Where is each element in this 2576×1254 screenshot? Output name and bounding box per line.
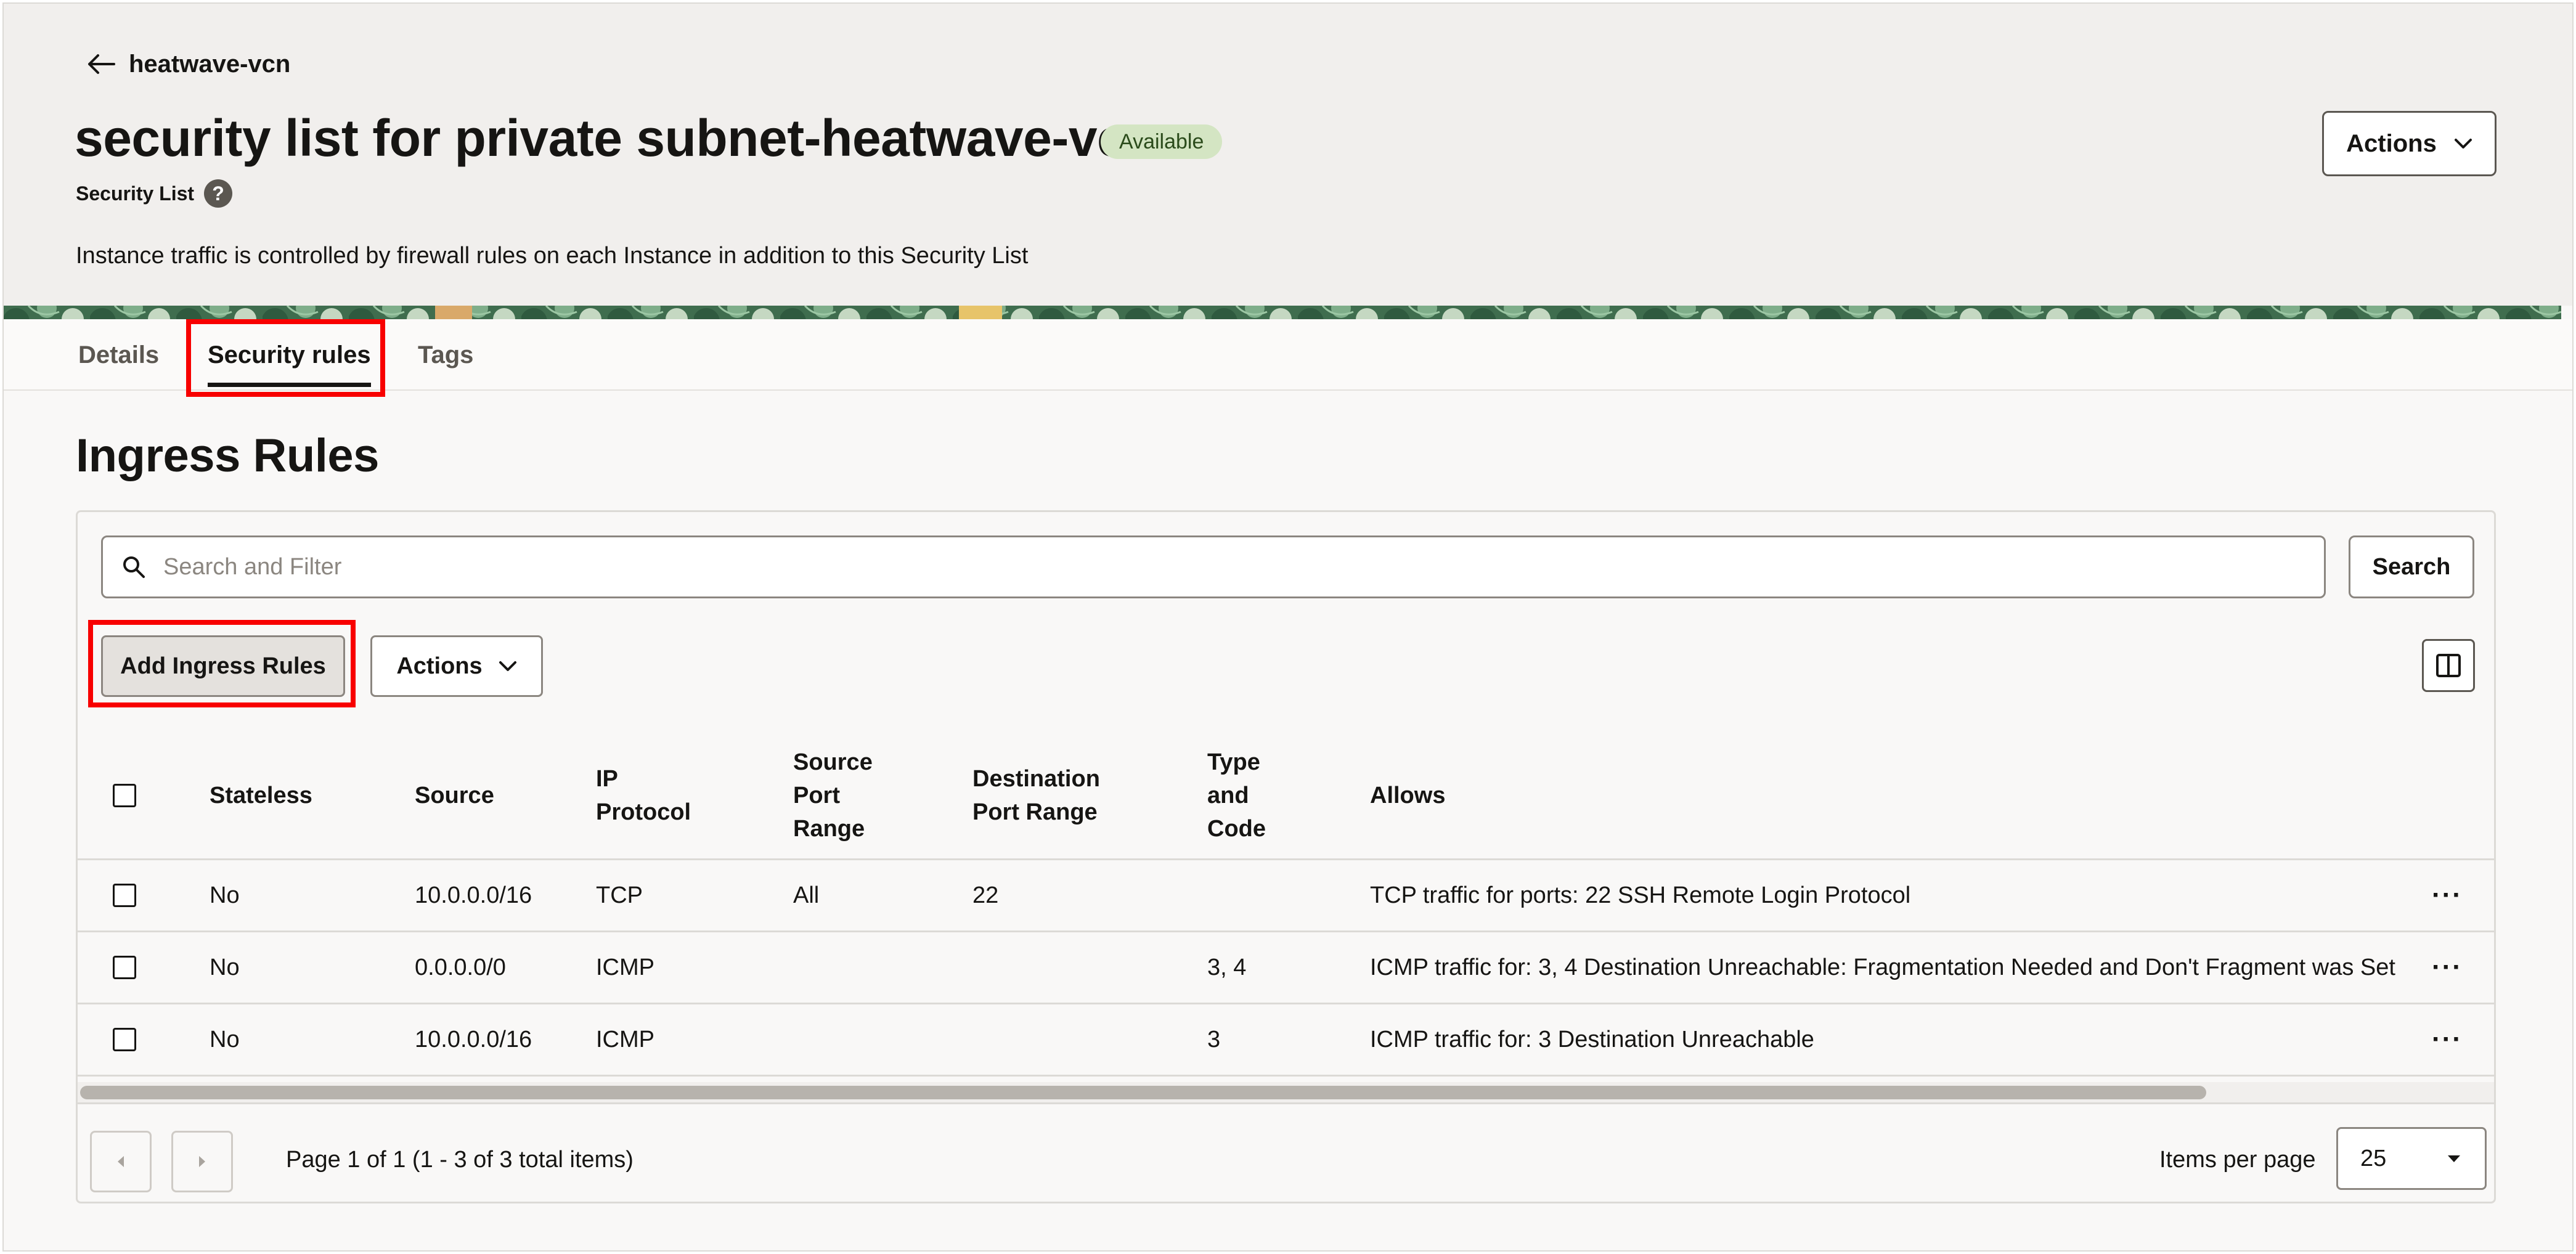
cell-source: 10.0.0.0/16 <box>415 882 532 908</box>
cell-protocol: TCP <box>596 882 643 908</box>
cell-type-code: 3, 4 <box>1207 954 1247 980</box>
search-field[interactable] <box>101 535 2326 598</box>
col-source[interactable]: Source <box>415 733 569 858</box>
back-link[interactable]: heatwave-vcn <box>87 47 290 81</box>
search-icon <box>123 556 145 578</box>
dropdown-caret-icon <box>2448 1155 2460 1162</box>
scrollbar-thumb[interactable] <box>80 1086 2206 1099</box>
page-header: heatwave-vcn security list for private s… <box>4 4 2572 306</box>
tab-details[interactable]: Details <box>78 319 159 391</box>
prev-page-button[interactable] <box>90 1131 152 1192</box>
page-frame: heatwave-vcn security list for private s… <box>2 2 2574 1252</box>
cell-source: 0.0.0.0/0 <box>415 954 506 980</box>
col-type-and-code[interactable]: Type and Code <box>1207 733 1281 858</box>
row-checkbox-cell <box>113 860 136 930</box>
search-input[interactable] <box>163 553 2259 580</box>
header-actions-button[interactable]: Actions <box>2322 111 2497 176</box>
kebab-menu-icon[interactable]: ··· <box>2432 932 2463 1003</box>
chevron-down-icon <box>499 661 516 671</box>
items-per-page-label: Items per page <box>2159 1147 2316 1173</box>
select-all-checkbox[interactable] <box>113 784 136 807</box>
horizontal-scrollbar[interactable] <box>78 1082 2494 1104</box>
help-icon[interactable]: ? <box>204 179 233 208</box>
chevron-down-icon <box>2454 139 2472 149</box>
table-actions-label: Actions <box>396 653 483 679</box>
resource-type: Security List ? <box>76 179 233 208</box>
ingress-rules-card: Search Add Ingress Rules Actions Statele… <box>76 510 2496 1203</box>
select-all-cell <box>113 733 136 858</box>
cell-allows: ICMP traffic for: 3 Destination Unreacha… <box>1370 1026 1814 1052</box>
table-header-row: Stateless Source IP Protocol Source Port… <box>78 733 2494 860</box>
row-checkbox[interactable] <box>113 884 136 907</box>
col-allows[interactable]: Allows <box>1370 733 1616 858</box>
resource-type-label: Security List <box>76 182 195 205</box>
cell-source: 10.0.0.0/16 <box>415 1026 532 1052</box>
prev-page-icon <box>118 1156 124 1167</box>
table-row[interactable]: No 10.0.0.0/16 ICMP 3 ICMP traffic for: … <box>78 1004 2494 1077</box>
kebab-menu-icon[interactable]: ··· <box>2432 860 2463 930</box>
tab-bar: Details Security rules Tags <box>4 319 2572 391</box>
cell-stateless: No <box>210 882 240 908</box>
header-actions-label: Actions <box>2346 129 2437 157</box>
table-row[interactable]: No 10.0.0.0/16 TCP All 22 TCP traffic fo… <box>78 860 2494 932</box>
tab-tags[interactable]: Tags <box>418 319 473 391</box>
col-ip-protocol[interactable]: IP Protocol <box>596 733 707 858</box>
row-checkbox[interactable] <box>113 956 136 979</box>
kebab-menu-icon[interactable]: ··· <box>2432 1004 2463 1075</box>
col-source-port-range[interactable]: Source Port Range <box>793 733 886 858</box>
col-stateless[interactable]: Stateless <box>210 733 394 858</box>
row-checkbox-cell <box>113 1004 136 1075</box>
cell-allows: TCP traffic for ports: 22 SSH Remote Log… <box>1370 882 1911 908</box>
pagination-info: Page 1 of 1 (1 - 3 of 3 total items) <box>286 1147 634 1173</box>
col-destination-port-range[interactable]: Destination Port Range <box>972 733 1133 858</box>
cell-stateless: No <box>210 1026 240 1052</box>
cell-allows: ICMP traffic for: 3, 4 Destination Unrea… <box>1370 954 2395 980</box>
back-arrow-icon <box>88 54 115 74</box>
items-per-page-select[interactable]: 25 <box>2336 1127 2487 1190</box>
cell-protocol: ICMP <box>596 954 654 980</box>
row-checkbox-cell <box>113 932 136 1003</box>
table-actions-button[interactable]: Actions <box>370 635 543 697</box>
cell-type-code: 3 <box>1207 1026 1221 1052</box>
page-title: security list for private subnet-heatwav… <box>75 109 1157 167</box>
next-page-icon <box>199 1156 205 1167</box>
page-description: Instance traffic is controlled by firewa… <box>76 243 1029 269</box>
table-row[interactable]: No 0.0.0.0/0 ICMP 3, 4 ICMP traffic for:… <box>78 932 2494 1004</box>
highlight-security-rules-tab <box>186 319 385 397</box>
back-link-label: heatwave-vcn <box>129 50 291 78</box>
highlight-add-ingress-button <box>88 620 356 707</box>
cell-stateless: No <box>210 954 240 980</box>
cell-protocol: ICMP <box>596 1026 654 1052</box>
items-per-page-value: 25 <box>2360 1145 2387 1171</box>
cell-destination-port: 22 <box>972 882 999 908</box>
next-page-button[interactable] <box>171 1131 233 1192</box>
header-pattern-band <box>4 306 2561 319</box>
section-title: Ingress Rules <box>76 430 379 482</box>
ingress-rules-table: Stateless Source IP Protocol Source Port… <box>78 733 2494 1077</box>
columns-icon <box>2436 654 2461 677</box>
cell-source-port: All <box>793 882 820 908</box>
columns-toggle-button[interactable] <box>2422 639 2475 692</box>
status-badge: Available <box>1101 124 1223 159</box>
row-checkbox[interactable] <box>113 1028 136 1051</box>
search-button[interactable]: Search <box>2349 535 2474 598</box>
